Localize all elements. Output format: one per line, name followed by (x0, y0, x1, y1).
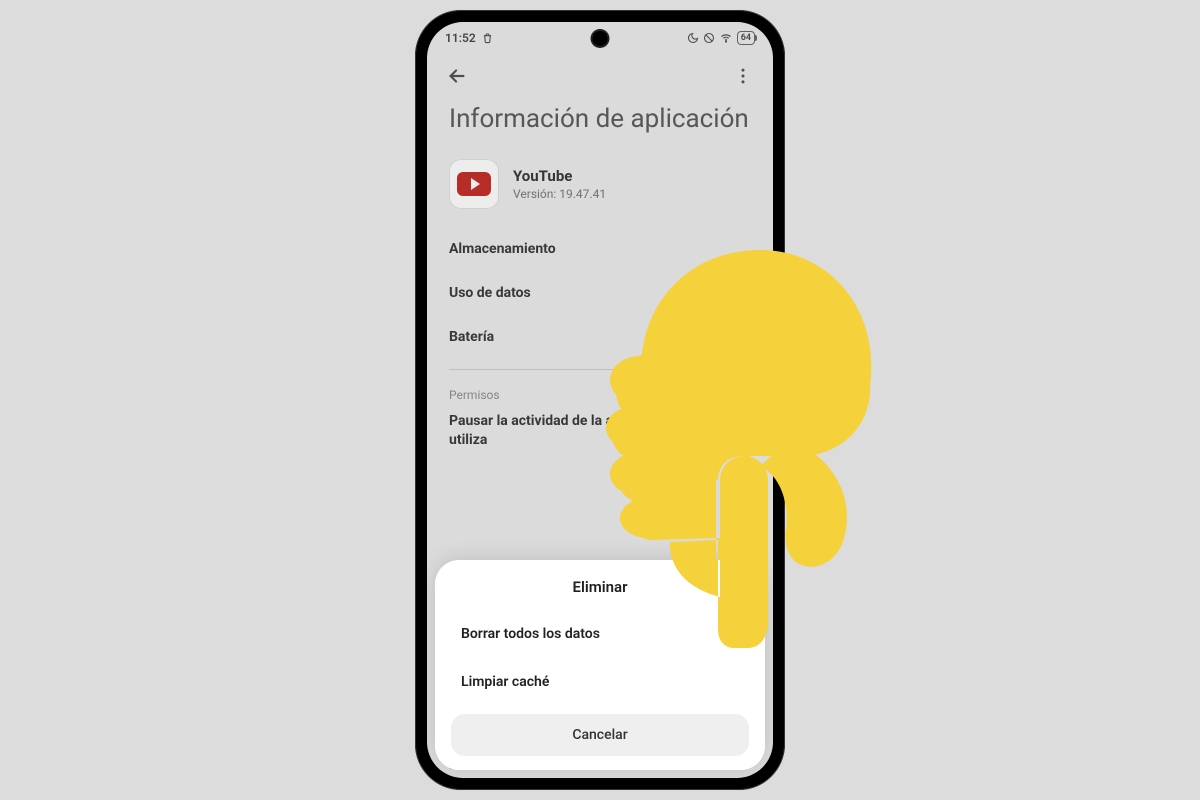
front-camera (593, 31, 608, 46)
delete-bottom-sheet: Eliminar Borrar todos los datos Limpiar … (435, 560, 765, 770)
cancel-button[interactable]: Cancelar (451, 714, 749, 756)
phone-screen: 11:52 64 (427, 22, 773, 778)
phone-frame: 11:52 64 (415, 10, 785, 790)
sheet-item-clear-cache[interactable]: Limpiar caché (451, 658, 749, 706)
sheet-item-clear-all-data[interactable]: Borrar todos los datos (451, 610, 749, 658)
sheet-title: Eliminar (451, 578, 749, 610)
